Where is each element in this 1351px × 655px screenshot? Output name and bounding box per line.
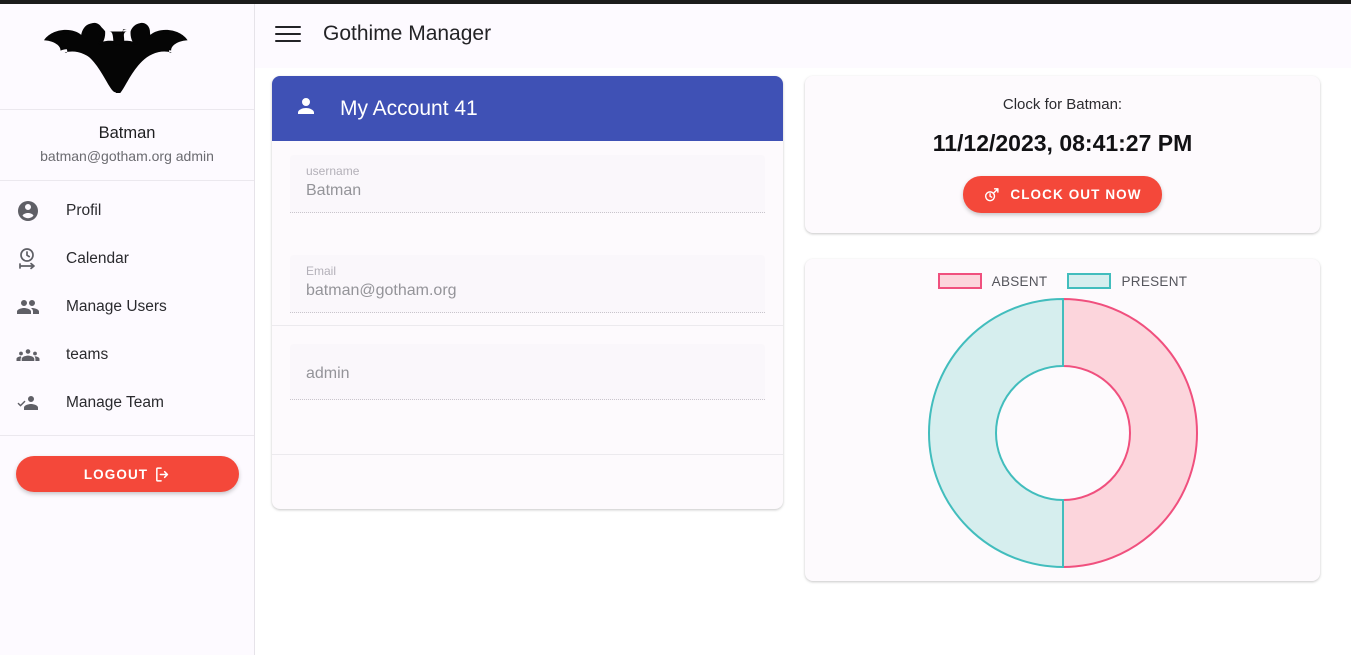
donut-chart <box>805 295 1320 571</box>
hamburger-menu-icon[interactable] <box>275 21 301 47</box>
username-field-value: Batman <box>306 182 362 199</box>
account-card-footer <box>272 455 783 509</box>
account-card-role-section: admin <box>272 326 783 442</box>
sidebar-item-manage-users[interactable]: Manage Users <box>0 283 254 331</box>
donut-slice-present[interactable] <box>927 297 1064 569</box>
role-field-value: admin <box>306 365 350 382</box>
account-column: My Account 41 username Batman Email batm… <box>272 76 783 509</box>
sidebar-user-block: Batman batman@gotham.org admin <box>0 110 254 181</box>
sidebar-user-name: Batman <box>98 124 156 142</box>
timer-clock-icon <box>16 247 40 271</box>
attendance-chart-card: ABSENT PRESENT <box>805 259 1320 581</box>
clock-heading: Clock for Batman: <box>1002 96 1123 113</box>
legend-swatch-present <box>1067 273 1112 289</box>
username-field-label: username <box>306 164 360 178</box>
right-column: Clock for Batman: 11/12/2023, 08:41:27 P… <box>805 76 1320 581</box>
logout-icon <box>154 466 171 483</box>
app-bar: Gothime Manager <box>255 0 1351 68</box>
batman-logo <box>0 4 254 110</box>
sidebar-user-email-role: batman@gotham.org admin <box>40 148 214 164</box>
sidebar-item-label: teams <box>66 346 109 363</box>
window-top-strip <box>0 0 1351 4</box>
sidebar-item-label: Manage Team <box>66 394 164 411</box>
sidebar-item-calendar[interactable]: Calendar <box>0 235 254 283</box>
app-root: Batman batman@gotham.org admin Profil Ca… <box>0 0 1351 655</box>
legend-label-present: PRESENT <box>1121 273 1188 289</box>
dashboard-content: My Account 41 username Batman Email batm… <box>255 68 1351 655</box>
legend-swatch-absent <box>937 273 982 289</box>
role-field[interactable]: admin <box>290 344 765 400</box>
email-field[interactable]: Email batman@gotham.org <box>290 255 765 313</box>
legend-item-present[interactable]: PRESENT <box>1067 273 1187 289</box>
email-field-value: batman@gotham.org <box>306 282 457 299</box>
groups-icon <box>16 343 40 367</box>
account-card-header: My Account 41 <box>272 76 783 141</box>
page-title: Gothime Manager <box>323 22 492 45</box>
sidebar-nav: Profil Calendar Manage Users teams Manag… <box>0 181 254 427</box>
username-field[interactable]: username Batman <box>290 155 765 213</box>
email-field-label: Email <box>306 264 337 278</box>
chart-legend: ABSENT PRESENT <box>805 273 1320 289</box>
person-icon <box>294 94 318 123</box>
logout-button[interactable]: LOGOUT <box>16 456 239 492</box>
field-spacer <box>290 400 765 442</box>
sidebar: Batman batman@gotham.org admin Profil Ca… <box>0 0 255 655</box>
main-area: Gothime Manager My Account 41 username B… <box>255 0 1351 655</box>
sidebar-item-label: Manage Users <box>66 298 167 315</box>
clock-out-button[interactable]: CLOCK OUT NOW <box>963 176 1162 213</box>
legend-item-absent[interactable]: ABSENT <box>937 273 1048 289</box>
logout-button-label: LOGOUT <box>83 466 149 482</box>
how-to-reg-icon <box>16 391 40 415</box>
clock-out-button-label: CLOCK OUT NOW <box>1010 187 1142 202</box>
account-circle-icon <box>16 199 40 223</box>
clock-card: Clock for Batman: 11/12/2023, 08:41:27 P… <box>805 76 1320 233</box>
people-icon <box>16 295 40 319</box>
account-card-title: My Account 41 <box>340 96 478 120</box>
sidebar-item-manage-team[interactable]: Manage Team <box>0 379 254 427</box>
account-card: My Account 41 username Batman Email batm… <box>272 76 783 509</box>
donut-slice-absent[interactable] <box>1061 297 1198 569</box>
logout-section: LOGOUT <box>0 435 254 492</box>
account-card-body: username Batman Email batman@gotham.org <box>272 141 783 313</box>
legend-label-absent: ABSENT <box>991 273 1048 289</box>
field-spacer <box>290 213 765 255</box>
sidebar-item-teams[interactable]: teams <box>0 331 254 379</box>
sidebar-item-label: Profil <box>66 202 102 219</box>
clock-out-icon <box>983 186 1000 203</box>
sidebar-item-label: Calendar <box>66 250 129 267</box>
sidebar-item-profil[interactable]: Profil <box>0 187 254 235</box>
clock-timestamp: 11/12/2023, 08:41:27 PM <box>932 130 1193 156</box>
